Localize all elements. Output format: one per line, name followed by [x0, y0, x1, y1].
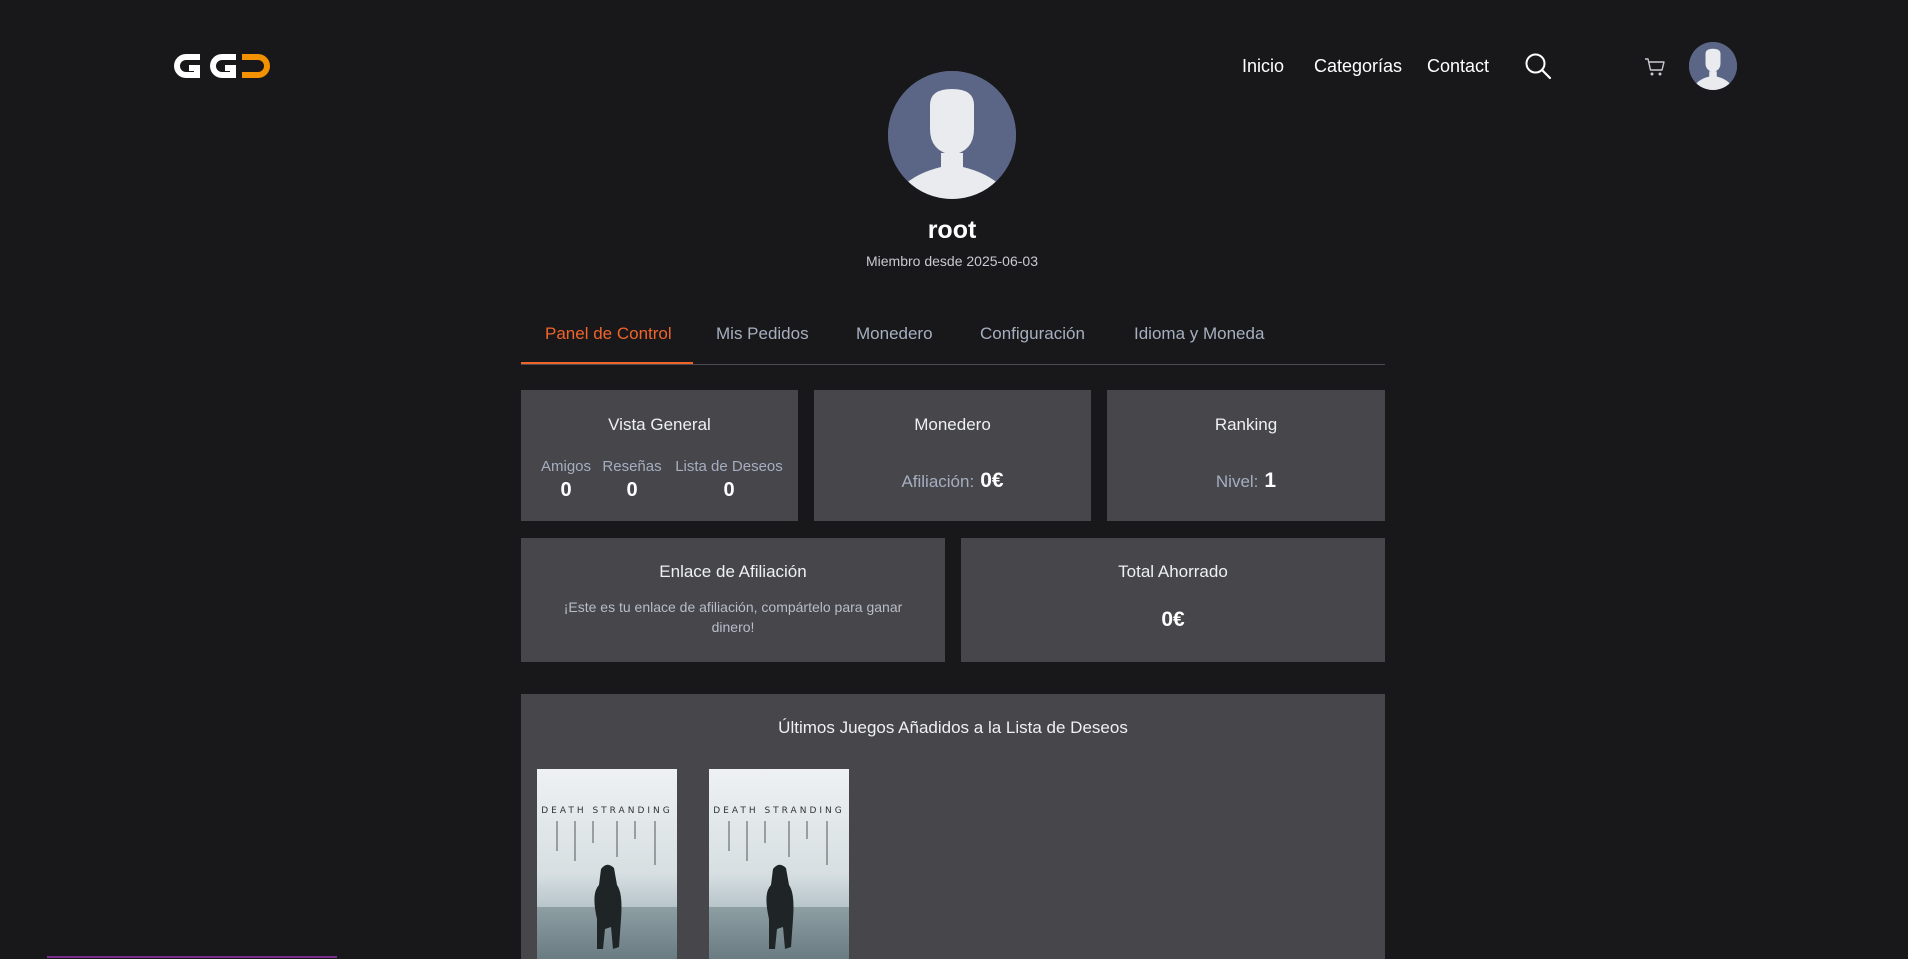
affiliate-title: Enlace de Afiliación: [659, 562, 807, 581]
stat-amigos-value: 0: [560, 479, 572, 501]
cover-title-text: DEATH STRANDING: [541, 806, 672, 816]
stat-amigos: Amigos 0: [540, 458, 592, 502]
overview-card: Vista General Amigos 0 Reseñas 0 Lista d…: [521, 390, 798, 521]
wishlist-game-cover[interactable]: DEATH STRANDING: [709, 769, 849, 959]
wishlist-card: Últimos Juegos Añadidos a la Lista de De…: [521, 694, 1385, 959]
stat-lista-deseos: Lista de Deseos 0: [669, 458, 789, 502]
ranking-title: Ranking: [1214, 415, 1278, 434]
stat-resenas: Reseñas 0: [601, 458, 663, 502]
user-avatar-icon[interactable]: [1689, 42, 1737, 90]
cart-icon[interactable]: [1643, 55, 1667, 79]
ranking-level-label: Nivel:: [1215, 472, 1259, 491]
wallet-card: Monedero Afiliación: 0€: [814, 390, 1091, 521]
stat-resenas-value: 0: [626, 479, 638, 501]
wishlist-title: Últimos Juegos Añadidos a la Lista de De…: [778, 718, 1128, 737]
stat-resenas-label: Reseñas: [602, 458, 662, 475]
member-since-date: 2025-06-03: [966, 253, 1038, 269]
profile-username: root: [927, 216, 977, 244]
ranking-card: Ranking Nivel: 1: [1107, 390, 1385, 521]
member-since-label: Miembro desde: [865, 253, 963, 269]
wallet-affiliation: Afiliación: 0€: [814, 469, 1091, 493]
tab-idioma-y-moneda[interactable]: Idioma y Moneda: [1134, 324, 1264, 344]
savings-title: Total Ahorrado: [1118, 562, 1228, 581]
savings-card: Total Ahorrado 0€: [961, 538, 1385, 662]
tab-monedero[interactable]: Monedero: [856, 324, 933, 344]
active-tab-indicator: [521, 362, 693, 364]
nav-categorias[interactable]: Categorías: [1314, 56, 1402, 76]
search-icon[interactable]: [1524, 52, 1552, 80]
tab-panel-de-control[interactable]: Panel de Control: [545, 324, 672, 344]
wishlist-game-cover[interactable]: DEATH STRANDING: [537, 769, 677, 959]
nav-contact[interactable]: Contact: [1427, 56, 1489, 76]
member-since: Miembro desde 2025-06-03: [0, 253, 1904, 269]
affiliate-description: ¡Este es tu enlace de afiliación, compár…: [563, 599, 903, 635]
profile-avatar: [888, 71, 1016, 199]
tab-configuracion[interactable]: Configuración: [980, 324, 1085, 344]
savings-value: 0€: [1161, 608, 1185, 631]
stat-amigos-label: Amigos: [540, 458, 592, 475]
wallet-affiliation-label: Afiliación:: [901, 472, 975, 491]
wallet-title: Monedero: [914, 415, 991, 434]
ranking-level: Nivel: 1: [1107, 469, 1385, 493]
affiliate-card: Enlace de Afiliación ¡Este es tu enlace …: [521, 538, 945, 662]
nav-inicio[interactable]: Inicio: [1242, 56, 1284, 76]
profile-tabs: Panel de Control Mis Pedidos Monedero Co…: [521, 312, 1385, 365]
bottom-progress-line: [47, 956, 337, 958]
wallet-affiliation-value: 0€: [980, 469, 1004, 492]
stat-lista-deseos-label: Lista de Deseos: [675, 458, 783, 475]
overview-title: Vista General: [608, 415, 711, 434]
site-logo[interactable]: [168, 48, 276, 84]
ranking-level-value: 1: [1264, 469, 1277, 492]
tab-mis-pedidos[interactable]: Mis Pedidos: [716, 324, 809, 344]
stat-lista-deseos-value: 0: [723, 479, 735, 501]
cover-title-text: DEATH STRANDING: [713, 806, 844, 816]
